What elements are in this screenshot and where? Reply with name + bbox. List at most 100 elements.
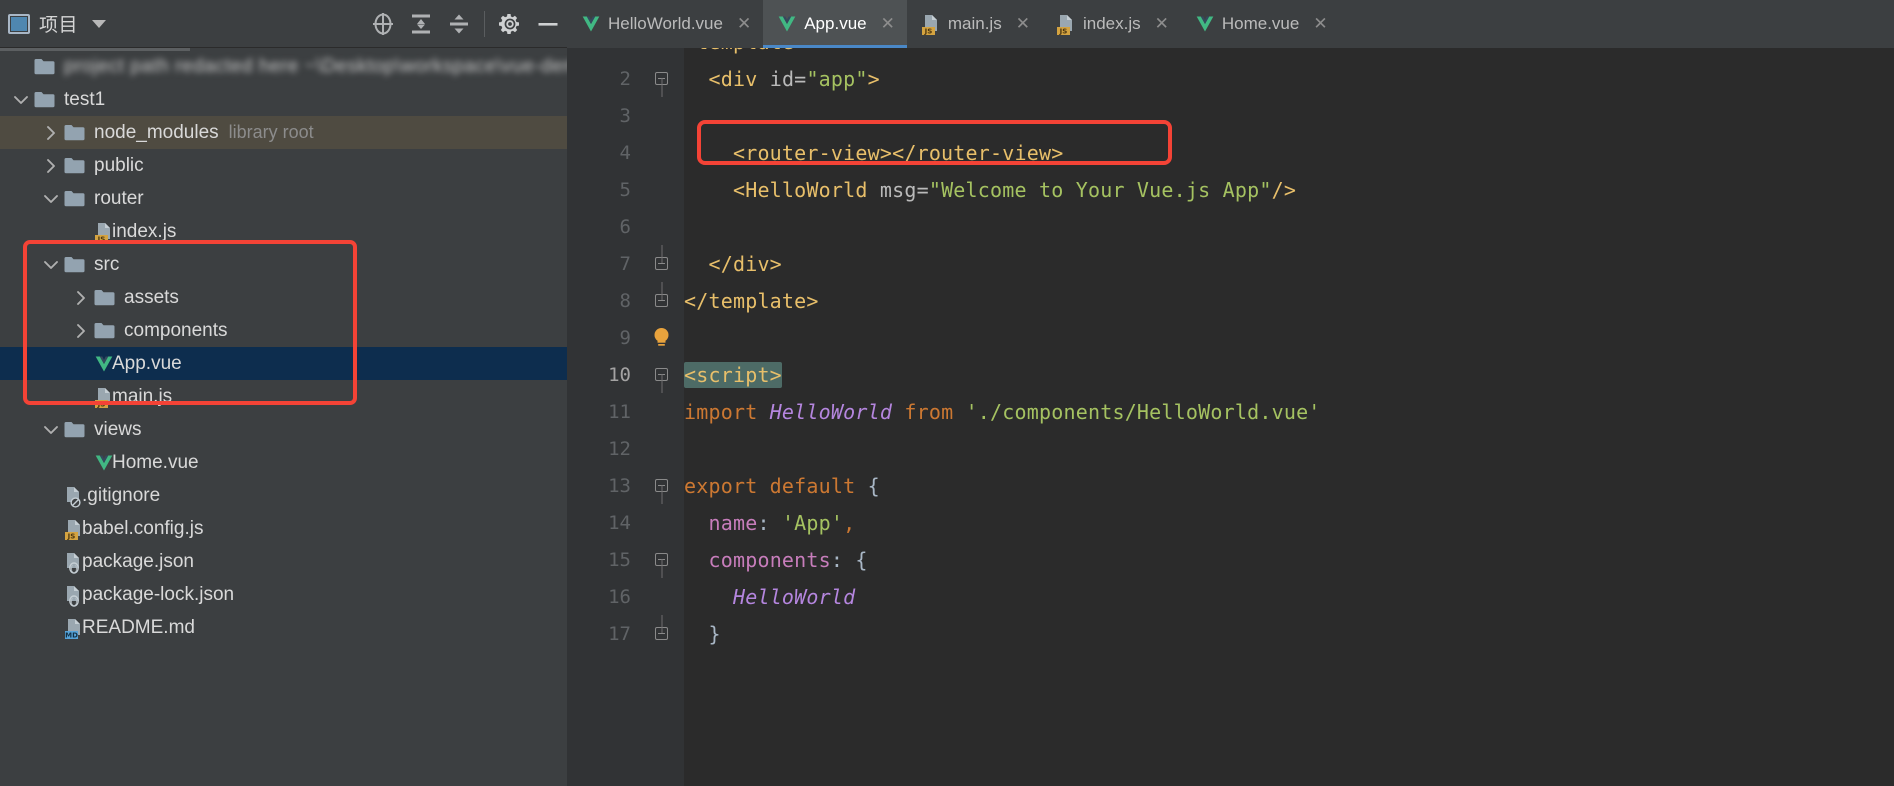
tree-row-package.json[interactable]: {} package.json [0,545,567,578]
code-line-15[interactable]: 15 components: { [567,541,1894,578]
close-icon[interactable]: ✕ [1313,15,1327,33]
code-text: export default { [684,473,880,498]
ide-window: 项目 HelloWorld.vue ✕ App.vue ✕ JS main.js… [0,0,1894,786]
tree-row-blurred[interactable]: project path redacted here ~\Desktop\wor… [0,50,567,83]
chevron-right-icon[interactable] [42,124,60,142]
code-line-10[interactable]: 10 <script> [567,356,1894,393]
tree-row-label: App.vue [112,352,182,374]
tree-row-label: src [94,253,120,275]
line-number: 14 [608,511,631,534]
tree-row-main.js[interactable]: JS main.js [0,380,567,413]
code-line-13[interactable]: 13 export default { [567,467,1894,504]
chevron-down-icon[interactable] [42,421,60,439]
tree-row-node_modules[interactable]: node_modules library root [0,116,567,149]
folder-icon [64,124,85,141]
fold-gutter[interactable] [639,245,684,282]
tree-row-app.vue[interactable]: App.vue [0,347,567,380]
chevron-down-icon[interactable] [92,19,107,28]
chevron-down-icon[interactable] [42,190,60,208]
locate-icon[interactable] [364,5,402,43]
tree-row-components[interactable]: components [0,314,567,347]
code-line-4[interactable]: 4 <router-view></router-view> [567,134,1894,171]
code-text: components: { [708,547,868,572]
chevron-right-icon[interactable] [42,157,60,175]
intention-bulb-icon[interactable] [653,327,670,349]
tree-row-src[interactable]: src [0,248,567,281]
minimize-icon[interactable] [529,5,567,43]
svg-text:JS: JS [97,400,106,408]
fold-gutter[interactable] [639,430,684,467]
vue-icon [1195,14,1214,34]
code-line-1[interactable]: 1 <template> [567,48,1894,60]
fold-gutter[interactable] [639,541,684,578]
editor-tabbar: HelloWorld.vue ✕ App.vue ✕ JS main.js ✕ JS index… [567,0,1894,48]
editor-tab-home-vue[interactable]: Home.vue ✕ [1181,0,1340,48]
code-line-6[interactable]: 6 [567,208,1894,245]
code-line-7[interactable]: 7 </div> [567,245,1894,282]
code-line-5[interactable]: 5 <HelloWorld msg="Welcome to Your Vue.j… [567,171,1894,208]
code-line-8[interactable]: 8 </template> [567,282,1894,319]
collapse-all-icon[interactable] [440,5,478,43]
code-line-11[interactable]: 11 import HelloWorld from './components/H… [567,393,1894,430]
fold-gutter[interactable] [639,134,684,171]
fold-gutter[interactable] [639,467,684,504]
editor-tab-index-js[interactable]: JS index.js ✕ [1042,0,1181,48]
code-line-9[interactable]: 9 [567,319,1894,356]
close-icon[interactable]: ✕ [1016,15,1030,33]
editor-tab-helloworld-vue[interactable]: HelloWorld.vue ✕ [567,0,763,48]
fold-gutter[interactable] [639,208,684,245]
tree-row-babel.config.js[interactable]: JS babel.config.js [0,512,567,545]
tree-row-label: components [124,319,228,341]
fold-gutter[interactable] [639,282,684,319]
chevron-right-icon[interactable] [72,322,90,340]
close-icon[interactable]: ✕ [1155,15,1169,33]
fold-gutter[interactable] [639,578,684,615]
tree-row-readme.md[interactable]: MD README.md [0,611,567,644]
fold-gutter[interactable] [639,393,684,430]
fold-gutter[interactable] [639,48,684,60]
fold-gutter[interactable] [639,319,684,356]
fold-gutter[interactable] [639,97,684,134]
code-line-14[interactable]: 14 name: 'App', [567,504,1894,541]
code-line-3[interactable]: 3 [567,97,1894,134]
tree-row-router[interactable]: router [0,182,567,215]
tree-row-public[interactable]: public [0,149,567,182]
project-tree[interactable]: project path redacted here ~\Desktop\wor… [0,48,567,786]
code-line-16[interactable]: 16 HelloWorld [567,578,1894,615]
tree-row-label: package.json [82,550,194,572]
tree-row-assets[interactable]: assets [0,281,567,314]
tree-row-label: router [94,187,144,209]
vue-icon [94,453,113,473]
editor-tab-app-vue[interactable]: App.vue ✕ [763,0,907,48]
tree-row-package-lock.json[interactable]: {} package-lock.json [0,578,567,611]
tree-row-label: assets [124,286,179,308]
close-icon[interactable]: ✕ [881,15,895,33]
fold-gutter[interactable] [639,60,684,97]
svg-text:{}: {} [70,565,79,573]
main-area: project path redacted here ~\Desktop\wor… [0,48,1894,786]
chevron-right-icon[interactable] [72,289,90,307]
tree-row-test1[interactable]: test1 [0,83,567,116]
chevron-down-icon[interactable] [42,256,60,274]
svg-text:JS: JS [1059,28,1068,36]
fold-gutter[interactable] [639,356,684,393]
expand-all-icon[interactable] [402,5,440,43]
tree-row-home.vue[interactable]: Home.vue [0,446,567,479]
code-line-17[interactable]: 17 } [567,615,1894,652]
gear-icon[interactable] [491,5,529,43]
close-icon[interactable]: ✕ [737,15,751,33]
fold-gutter[interactable] [639,504,684,541]
fold-gutter[interactable] [639,615,684,652]
tree-row-views[interactable]: views [0,413,567,446]
code-line-12[interactable]: 12 [567,430,1894,467]
chevron-down-icon[interactable] [12,91,30,109]
line-number: 7 [619,252,631,275]
fold-gutter[interactable] [639,171,684,208]
tree-row-.gitignore[interactable]: .gitignore [0,479,567,512]
editor-tab-main-js[interactable]: JS main.js ✕ [907,0,1042,48]
code-editor[interactable]: 1 <template> 2 <div id="app"> 3 4 <router-vi… [567,48,1894,786]
md-icon: MD [64,618,82,639]
code-line-2[interactable]: 2 <div id="app"> [567,60,1894,97]
tree-row-index.js[interactable]: JS index.js [0,215,567,248]
json-icon: {} [64,585,82,607]
